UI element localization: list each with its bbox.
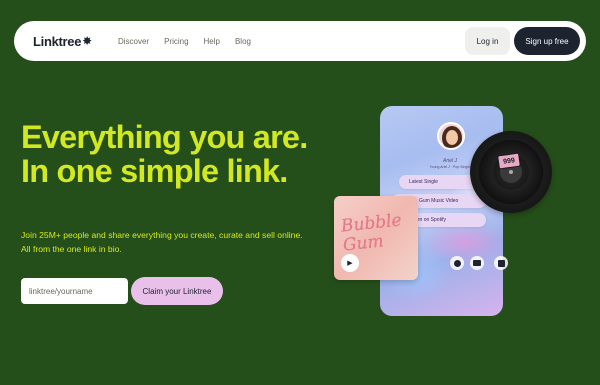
shop-icon[interactable] xyxy=(494,256,508,270)
hero-subtext: Join 25M+ people and share everything yo… xyxy=(21,230,303,254)
nav-actions: Log in Sign up free xyxy=(465,27,580,55)
album-title: Bubble Gum xyxy=(340,210,403,256)
spotify-icon[interactable] xyxy=(450,256,464,270)
avatar xyxy=(437,122,465,150)
hero-headline: Everything you are. In one simple link. xyxy=(21,119,308,189)
logo-text: Linktree xyxy=(33,33,82,49)
artist-name: Ariel J xyxy=(443,158,457,164)
play-icon[interactable]: ▶ xyxy=(341,254,359,272)
signup-button[interactable]: Sign up free xyxy=(514,27,580,55)
nav-link-discover[interactable]: Discover xyxy=(118,37,149,46)
vinyl-record xyxy=(470,131,552,213)
linktree-logo[interactable]: Linktree ✸ xyxy=(33,34,92,49)
username-input[interactable] xyxy=(21,278,128,304)
nav-link-pricing[interactable]: Pricing xyxy=(164,37,188,46)
nav-link-blog[interactable]: Blog xyxy=(235,37,251,46)
top-navbar: Linktree ✸ Discover Pricing Help Blog Lo… xyxy=(14,21,586,61)
claim-linktree-button[interactable]: Claim your Linktree xyxy=(131,277,223,305)
login-button[interactable]: Log in xyxy=(465,27,510,55)
logo-star-icon: ✸ xyxy=(82,34,92,48)
nav-link-help[interactable]: Help xyxy=(204,37,220,46)
nav-links: Discover Pricing Help Blog xyxy=(118,37,266,46)
youtube-icon[interactable] xyxy=(470,256,484,270)
